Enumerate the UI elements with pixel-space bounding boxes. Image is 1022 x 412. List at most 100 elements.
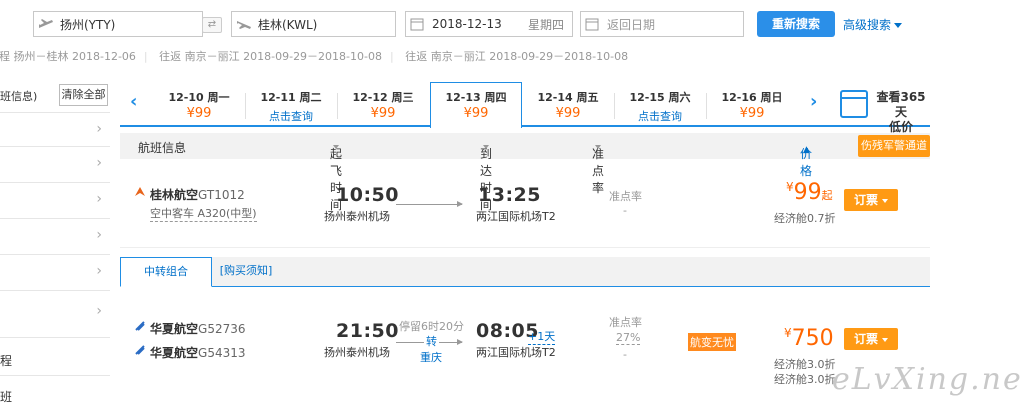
plane-landing-icon (236, 17, 252, 31)
chevron-right-icon: › (96, 303, 102, 319)
transfer-flight-row: 华夏航空G52736 华夏航空G54313 21:50 扬州泰州机场 停留6时2… (120, 296, 930, 396)
col-flight: 航班信息 (138, 141, 187, 155)
flight-code: GT1012 (198, 188, 245, 202)
flight-code: G54313 (198, 346, 246, 360)
airline-info[interactable]: 华夏航空G52736 (150, 320, 246, 337)
calendar-small-icon (410, 17, 426, 31)
arrive-time: 13:25 (478, 184, 541, 206)
watermark: eLvXing.net (832, 362, 1022, 397)
book-button[interactable]: 订票 (844, 189, 898, 211)
advanced-search-label: 高级搜索 (843, 18, 892, 32)
sidebar-link[interactable]: 程 (0, 352, 110, 369)
to-city-input[interactable]: 桂林(KWL) (231, 11, 396, 37)
sort-icon (595, 145, 601, 149)
date-price: ¥99 (370, 106, 396, 121)
search-history: 单程 扬州－桂林 2018-12-06 | 往返 南京－丽江 2018-09-29… (0, 48, 636, 64)
airline-info[interactable]: 华夏航空G54313 (150, 344, 246, 361)
advanced-search-link[interactable]: 高级搜索 (843, 16, 903, 33)
filter-item[interactable]: › (0, 146, 110, 182)
date-cell-selected[interactable]: 12-13 周四 ¥99 (430, 82, 522, 128)
calendar-line2: 低价 (888, 120, 913, 134)
filter-item[interactable]: › (0, 218, 110, 254)
return-date-placeholder: 返回日期 (607, 17, 656, 32)
filter-item[interactable]: › (0, 182, 110, 218)
swap-cities-button[interactable]: ⇄ (202, 17, 222, 33)
aircraft-type[interactable]: 空中客车 A320(中型) (150, 205, 257, 222)
chevron-left-icon[interactable]: ‹ (130, 91, 137, 112)
chinaexpress-logo-icon (134, 344, 146, 359)
date-cell[interactable]: 12-15 周六 点击查询 (614, 83, 706, 127)
date-label: 12-15 周六 (629, 91, 691, 104)
stopover-duration: 停留6时20分 (399, 320, 464, 333)
date-price: ¥99 (555, 106, 581, 121)
chevron-down-icon (882, 337, 888, 342)
cabin-discount: 经济舱0.7折 (774, 212, 836, 225)
search-button[interactable]: 重新搜索 (757, 11, 835, 37)
flight-change-badge[interactable]: 航变无忧 (688, 333, 736, 351)
chevron-right-icon: › (96, 263, 102, 279)
depart-time: 21:50 (336, 320, 399, 342)
history-item[interactable]: 往返 南京－丽江 2018-09-29－2018-10-08 (159, 50, 382, 63)
next-day-badge: +1天 (528, 330, 556, 345)
depart-date-text: 2018-12-13 (432, 17, 502, 31)
depart-time: 10:50 (336, 184, 399, 206)
from-city-input[interactable]: 扬州(YTY) (33, 11, 203, 37)
chevron-right-icon: › (96, 227, 102, 243)
date-label: 12-16 周日 (721, 91, 783, 104)
to-city-text: 桂林(KWL) (258, 17, 318, 32)
filter-item[interactable]: › (0, 254, 110, 290)
date-price-strip: ‹ 12-10 周一 ¥99 12-11 周二 点击查询 12-12 周三 ¥99 1… (120, 82, 930, 134)
chevron-right-icon: › (96, 121, 102, 137)
transfer-label: 转 (424, 333, 439, 349)
date-cell[interactable]: 12-16 周日 ¥99 (706, 83, 798, 127)
flight-code: G52736 (198, 322, 246, 336)
ontime-value[interactable]: 27% (616, 331, 641, 345)
date-cell[interactable]: 12-12 周三 ¥99 (337, 83, 429, 127)
return-date-input[interactable]: 返回日期 (580, 11, 744, 37)
low-price-calendar-link[interactable]: 查看365天 低价 (872, 90, 930, 135)
tab-purchase-notice[interactable]: [购买须知] (216, 257, 276, 287)
date-label: 12-11 周二 (260, 91, 322, 104)
date-cell[interactable]: 12-10 周一 ¥99 (153, 83, 245, 127)
currency-symbol: ¥ (786, 180, 794, 194)
airline-name: 华夏航空 (150, 322, 199, 336)
chinaexpress-logo-icon (134, 320, 146, 335)
ontime-label: 准点率 (609, 190, 642, 203)
date-cell[interactable]: 12-14 周五 ¥99 (522, 83, 614, 127)
tab-transfer[interactable]: 中转组合 (120, 257, 212, 287)
history-item[interactable]: 往返 南京－丽江 2018-09-29－2018-10-08 (405, 50, 628, 63)
airline-info[interactable]: 桂林航空GT1012 (150, 186, 245, 203)
history-item[interactable]: 单程 扬州－桂林 2018-12-06 (0, 50, 136, 63)
chevron-down-icon (882, 198, 888, 203)
date-price: ¥99 (739, 106, 765, 121)
filter-item[interactable]: › (0, 112, 110, 146)
plane-takeoff-icon (38, 17, 54, 31)
lowest-price: ¥99起 (786, 180, 833, 205)
price-suffix: 起 (821, 189, 833, 202)
book-button[interactable]: 订票 (844, 328, 898, 350)
calendar-icon[interactable] (840, 90, 868, 118)
depart-airport: 扬州泰州机场 (324, 346, 390, 359)
date-label: 12-13 周四 (445, 91, 507, 104)
filter-item[interactable]: › (0, 290, 110, 338)
book-label: 订票 (853, 332, 878, 346)
flight-arrow (396, 201, 463, 207)
guilin-airlines-logo-icon (134, 186, 146, 201)
depart-weekday-text: 星期四 (528, 17, 565, 32)
sort-asc-icon: ▲ (803, 145, 810, 155)
book-label: 订票 (853, 193, 878, 207)
transfer-city[interactable]: 重庆 (420, 349, 442, 365)
chevron-right-icon[interactable]: › (810, 91, 817, 112)
arrive-airport: 两江国际机场T2 (476, 210, 556, 223)
depart-date-input[interactable]: 2018-12-13 星期四 (405, 11, 573, 37)
airline-name: 桂林航空 (150, 188, 199, 202)
date-label: 12-14 周五 (537, 91, 599, 104)
date-label: 12-10 周一 (168, 91, 230, 104)
military-channel-button[interactable]: 伤残军警通道 (858, 135, 930, 157)
ontime-label: 准点率 (609, 316, 642, 329)
clear-all-button[interactable]: 清除全部 (59, 84, 108, 106)
date-cell[interactable]: 12-11 周二 点击查询 (245, 83, 337, 127)
result-tabs: 中转组合 [购买须知] (120, 257, 930, 287)
date-query-link: 点击查询 (269, 110, 313, 123)
sidebar-link[interactable]: 班 (0, 388, 110, 405)
